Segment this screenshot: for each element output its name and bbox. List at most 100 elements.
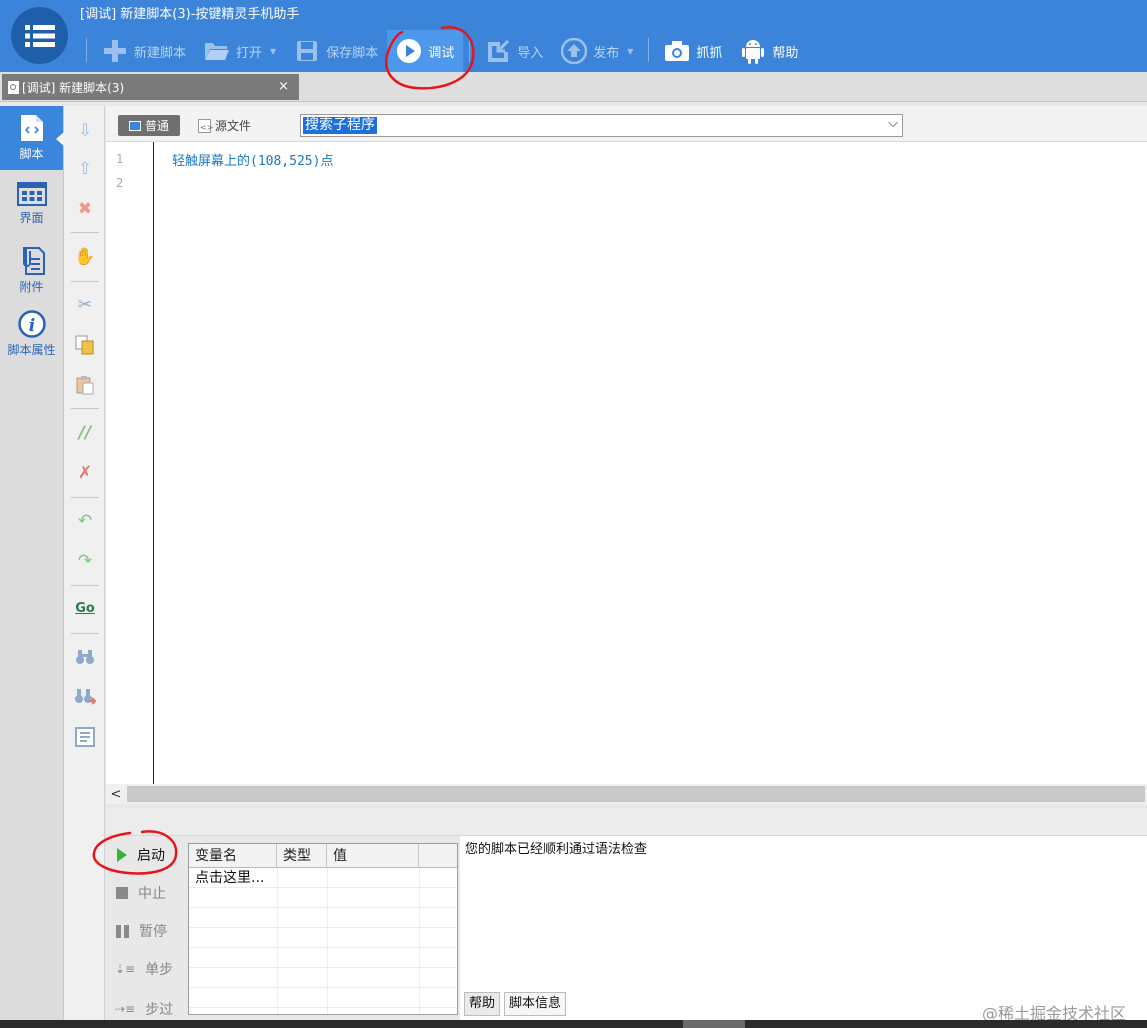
variables-table[interactable]: 变量名 类型 值 点击这里... xyxy=(188,843,458,1015)
publish-label: 发布 xyxy=(593,45,620,61)
ui-grid-icon xyxy=(16,182,47,206)
save-script-label: 保存脚本 xyxy=(326,45,379,61)
import-label: 导入 xyxy=(517,45,544,61)
nav-properties-label: 脚本属性 xyxy=(7,343,56,357)
nav-script-label: 脚本 xyxy=(19,147,44,161)
publish-dropdown-icon[interactable]: ▼ xyxy=(627,47,633,56)
open-button[interactable]: 打开 ▼ xyxy=(195,30,285,72)
app-header: [调试] 新建脚本(3)-按键精灵手机助手 新建脚本 打开 ▼ 保存脚本 调试 … xyxy=(0,0,1147,72)
start-button[interactable]: 启动 xyxy=(110,841,186,869)
publish-upload-icon xyxy=(561,38,588,64)
nav-ui-label: 界面 xyxy=(19,211,44,225)
undo-arrow-icon[interactable]: ↶ xyxy=(74,510,96,532)
copy-icon[interactable] xyxy=(74,334,96,356)
toolbar-divider xyxy=(648,38,650,62)
step-into-icon: ⇣≡ xyxy=(115,962,136,976)
cut-scissors-icon[interactable]: ✂ xyxy=(74,294,96,316)
stop-button[interactable]: 中止 xyxy=(110,879,186,907)
document-tab-label: [调试] 新建脚本(3) xyxy=(22,80,125,95)
column-header-name[interactable]: 变量名 xyxy=(189,844,277,868)
debug-label: 调试 xyxy=(428,45,455,61)
column-divider xyxy=(419,868,420,1014)
debug-button[interactable]: 调试 xyxy=(387,30,464,72)
step-button[interactable]: ⇣≡ 单步 xyxy=(110,955,186,983)
nav-item-attachment[interactable]: 附件 xyxy=(0,238,63,302)
step-over-button[interactable]: ⇢≡ 步过 xyxy=(110,995,186,1023)
tool-divider xyxy=(71,633,99,634)
save-disk-icon xyxy=(294,38,320,64)
syntax-check-message: 您的脚本已经顺利通过语法检查 xyxy=(465,842,648,857)
plus-icon xyxy=(102,38,128,64)
table-row xyxy=(189,928,457,948)
code-editor[interactable]: 1 2 轻触屏幕上的(108,525)点 xyxy=(106,142,1147,784)
horizontal-scrollbar[interactable]: < xyxy=(106,784,1147,804)
play-circle-icon xyxy=(396,38,422,64)
table-row xyxy=(189,968,457,988)
toolbar-divider xyxy=(86,38,87,62)
capture-button[interactable]: 抓抓 xyxy=(655,30,731,72)
taskbar-segment xyxy=(683,1020,745,1028)
source-code-icon: <> xyxy=(198,118,213,133)
help-label: 帮助 xyxy=(772,45,799,61)
mode-normal-label: 普通 xyxy=(144,119,169,133)
scroll-left-icon[interactable]: < xyxy=(106,784,126,804)
import-icon xyxy=(485,38,511,64)
pause-button[interactable]: 暂停 xyxy=(110,917,186,945)
tab-help[interactable]: 帮助 xyxy=(464,992,501,1016)
line-number-gutter: 1 2 xyxy=(106,142,154,784)
properties-panel-icon[interactable] xyxy=(74,726,96,748)
nav-item-ui[interactable]: 界面 xyxy=(0,172,63,236)
delete-x-icon[interactable]: ✖ xyxy=(74,198,96,220)
move-down-arrow-icon[interactable]: ⇩ xyxy=(74,120,96,142)
editor-tool-strip: ⇩ ⇧ ✖ ✋ ✂ // ✗ ↶ ↷ Go xyxy=(64,106,105,1020)
tool-divider xyxy=(71,281,99,282)
close-tab-icon[interactable]: × xyxy=(278,79,289,94)
find-binoculars-icon[interactable] xyxy=(74,646,96,668)
import-button[interactable]: 导入 xyxy=(476,30,552,72)
help-button[interactable]: 帮助 xyxy=(731,30,807,72)
find-replace-icon[interactable] xyxy=(74,686,96,708)
nav-item-script-properties[interactable]: i 脚本属性 xyxy=(0,302,63,366)
nav-attachment-label: 附件 xyxy=(19,280,44,294)
hamburger-list-icon xyxy=(24,24,55,47)
panel-splitter[interactable] xyxy=(106,808,1147,836)
redo-arrow-icon[interactable]: ↷ xyxy=(74,550,96,572)
open-dropdown-icon[interactable]: ▼ xyxy=(270,47,276,56)
hand-pause-icon[interactable]: ✋ xyxy=(74,246,96,268)
scrollbar-thumb[interactable] xyxy=(127,786,1145,802)
open-label: 打开 xyxy=(236,45,263,61)
table-row xyxy=(189,908,457,928)
publish-button[interactable]: 发布 ▼ xyxy=(552,30,642,72)
uncomment-icon[interactable]: ✗ xyxy=(74,462,96,484)
column-header-value[interactable]: 值 xyxy=(327,844,419,868)
stop-label: 中止 xyxy=(138,886,166,902)
pause-label: 暂停 xyxy=(139,924,167,940)
step-over-label: 步过 xyxy=(145,1002,174,1018)
app-menu-button[interactable] xyxy=(11,7,68,64)
chevron-down-icon[interactable]: ⌵ xyxy=(888,116,898,131)
document-tab[interactable]: [调试] 新建脚本(3) × xyxy=(2,74,299,100)
add-variable-placeholder[interactable]: 点击这里... xyxy=(195,868,264,888)
nav-item-script[interactable]: 脚本 xyxy=(0,106,64,170)
table-row[interactable]: 点击这里... xyxy=(189,868,457,888)
mode-normal-tab[interactable]: 普通 xyxy=(118,115,180,136)
subroutine-search-select[interactable]: 搜索子程序 ⌵ xyxy=(300,114,903,137)
column-divider xyxy=(277,868,278,1014)
script-file-icon xyxy=(20,115,43,141)
line-number: 2 xyxy=(116,176,124,190)
tab-script-info[interactable]: 脚本信息 xyxy=(504,992,567,1016)
goto-icon[interactable]: Go xyxy=(74,597,96,619)
move-up-arrow-icon[interactable]: ⇧ xyxy=(74,158,96,180)
column-header-type[interactable]: 类型 xyxy=(277,844,327,868)
code-line-1[interactable]: 轻触屏幕上的(108,525)点 xyxy=(172,150,333,169)
column-divider xyxy=(327,868,328,1014)
editor-mode-bar: 普通 <> 源文件 搜索子程序 ⌵ xyxy=(106,106,1147,142)
paste-clipboard-icon[interactable] xyxy=(74,374,96,396)
info-icon: i xyxy=(17,310,46,338)
new-script-button[interactable]: 新建脚本 xyxy=(93,30,195,72)
svg-text:i: i xyxy=(28,316,34,336)
capture-label: 抓抓 xyxy=(696,45,723,61)
comment-slashes-icon[interactable]: // xyxy=(74,422,96,444)
save-script-button[interactable]: 保存脚本 xyxy=(285,30,387,72)
mode-source-tab[interactable]: <> 源文件 xyxy=(198,117,251,134)
